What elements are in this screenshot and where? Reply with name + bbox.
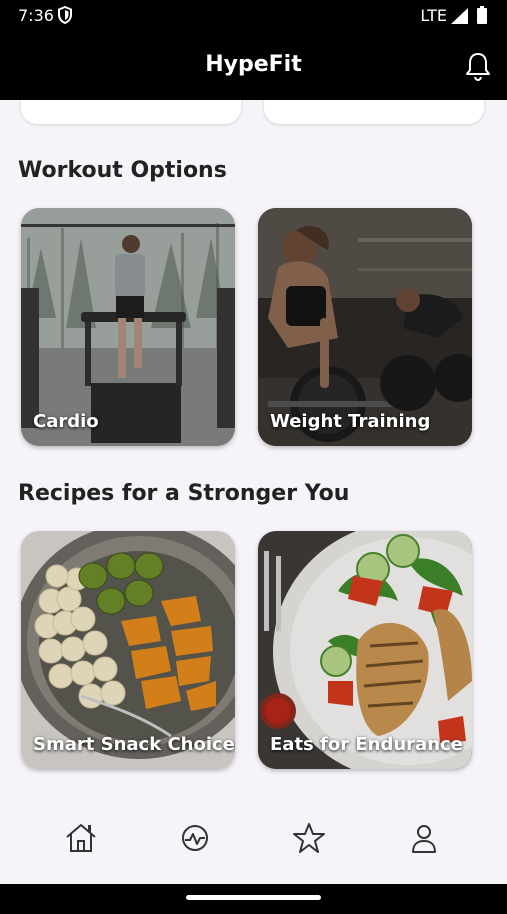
notification-bell-icon[interactable] xyxy=(463,50,493,82)
activity-icon[interactable] xyxy=(177,820,213,856)
bottom-navigation xyxy=(0,790,507,884)
recipe-card-smart-snack-choices[interactable]: Smart Snack Choices xyxy=(21,531,235,769)
section-title-workout-options: Workout Options xyxy=(18,158,227,183)
home-icon[interactable] xyxy=(63,820,99,856)
profile-icon[interactable] xyxy=(406,820,442,856)
recipe-card-eats-for-endurance[interactable]: Eats for Endurance xyxy=(258,531,472,769)
card-label: Smart Snack Choices xyxy=(33,734,235,755)
shield-icon xyxy=(58,6,72,24)
signal-icon xyxy=(451,8,468,24)
workout-card-weight-training[interactable]: Weight Training xyxy=(258,208,472,446)
previous-card[interactable] xyxy=(264,100,484,124)
card-label: Weight Training xyxy=(270,411,431,432)
battery-icon xyxy=(477,6,487,24)
main-content[interactable]: Workout Options Cardio Weight Training R… xyxy=(0,100,507,884)
previous-card[interactable] xyxy=(21,100,241,124)
app-title: HypeFit xyxy=(205,52,302,77)
card-label: Cardio xyxy=(33,411,99,432)
status-time: 7:36 xyxy=(18,6,54,25)
star-icon[interactable] xyxy=(291,820,327,856)
status-bar: 7:36 LTE xyxy=(0,0,507,32)
network-type: LTE xyxy=(420,6,447,25)
section-title-recipes: Recipes for a Stronger You xyxy=(18,481,350,506)
workout-card-cardio[interactable]: Cardio xyxy=(21,208,235,446)
app-bar: HypeFit xyxy=(0,32,507,100)
gesture-handle[interactable] xyxy=(186,895,321,900)
gesture-navigation-area xyxy=(0,884,507,914)
card-label: Eats for Endurance xyxy=(270,734,463,755)
